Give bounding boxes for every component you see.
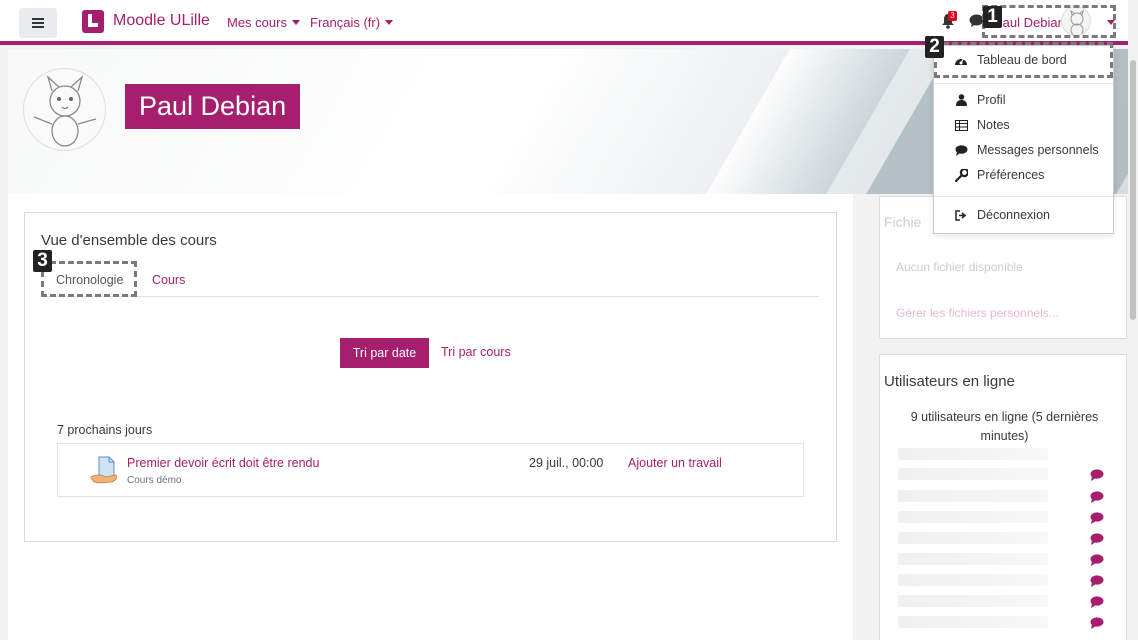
event-title-link[interactable]: Premier devoir écrit doit être rendu xyxy=(127,456,319,470)
send-message-icon[interactable] xyxy=(1090,533,1104,545)
online-user-row[interactable] xyxy=(898,448,1108,466)
page-title: Paul Debian xyxy=(125,84,301,129)
annotation-number-3: 3 xyxy=(33,250,52,272)
annotation-box-1 xyxy=(982,5,1116,38)
manage-files-link[interactable]: Gérer les fichiers personnels... xyxy=(896,306,1059,320)
online-user-row[interactable] xyxy=(898,574,1108,592)
notification-count-badge: 3 xyxy=(948,11,957,21)
online-user-row[interactable] xyxy=(898,532,1108,550)
online-user-row[interactable] xyxy=(898,490,1108,508)
online-user-name-blurred xyxy=(898,553,1048,565)
menu-item-label: Profil xyxy=(977,93,1006,107)
send-message-icon[interactable] xyxy=(1090,491,1104,503)
online-user-row[interactable] xyxy=(898,468,1108,486)
chat-icon xyxy=(955,144,967,156)
grades-table-icon xyxy=(954,119,968,131)
send-message-icon[interactable] xyxy=(1090,596,1104,608)
user-icon xyxy=(955,94,967,106)
language-label: Français (fr) xyxy=(310,15,381,30)
annotation-box-3 xyxy=(41,261,137,297)
menu-item-label: Préférences xyxy=(977,168,1045,182)
online-user-name-blurred xyxy=(898,595,1048,607)
send-message-icon[interactable] xyxy=(1090,554,1104,566)
wrench-icon xyxy=(954,168,968,182)
add-submission-link[interactable]: Ajouter un travail xyxy=(628,456,722,470)
my-courses-label: Mes cours xyxy=(227,15,287,30)
no-files-text: Aucun fichier disponible xyxy=(896,260,1023,274)
scrollbar-thumb[interactable] xyxy=(1130,60,1136,320)
brand-link[interactable]: Moodle ULille xyxy=(113,12,210,30)
menu-item-label: Messages personnels xyxy=(977,143,1099,157)
event-course-name: Cours démo xyxy=(127,475,182,486)
online-user-row[interactable] xyxy=(898,553,1108,571)
annotation-number-2: 2 xyxy=(925,36,944,58)
menu-divider xyxy=(934,196,1113,197)
online-user-name-blurred xyxy=(898,490,1048,502)
online-user-row[interactable] xyxy=(898,595,1108,613)
online-user-name-blurred xyxy=(898,511,1048,523)
online-user-name-blurred xyxy=(898,574,1048,586)
menu-item-messages[interactable]: Messages personnels xyxy=(954,141,1099,159)
menu-item-label: Notes xyxy=(977,118,1010,132)
assignment-icon xyxy=(90,456,117,484)
sort-by-course-button[interactable]: Tri par cours xyxy=(441,345,511,359)
caret-down-icon xyxy=(291,20,300,25)
online-user-name-blurred xyxy=(898,468,1048,480)
cat-avatar-icon xyxy=(33,74,97,147)
menu-item-logout[interactable]: Déconnexion xyxy=(954,206,1050,224)
period-label: 7 prochains jours xyxy=(57,423,153,437)
private-files-title: Fichie xyxy=(884,214,922,230)
annotation-box-2 xyxy=(934,42,1113,78)
online-user-name-blurred xyxy=(898,616,1048,628)
logout-icon xyxy=(955,209,967,221)
ulille-logo-icon[interactable] xyxy=(82,10,104,33)
online-user-name-blurred xyxy=(898,532,1048,544)
online-users-count: 9 utilisateurs en ligne (5 dernières min… xyxy=(910,410,1099,443)
annotation-number-1: 1 xyxy=(983,6,1002,28)
my-courses-menu[interactable]: Mes cours xyxy=(227,15,300,30)
sort-by-date-button[interactable]: Tri par date xyxy=(340,338,429,368)
tab-divider xyxy=(41,296,819,297)
caret-down-icon xyxy=(385,20,394,25)
send-message-icon[interactable] xyxy=(1090,512,1104,524)
online-user-row[interactable] xyxy=(898,511,1108,529)
profile-avatar xyxy=(23,68,106,151)
send-message-icon[interactable] xyxy=(1090,469,1104,481)
event-date: 29 juil., 00:00 xyxy=(529,456,604,470)
tab-courses[interactable]: Cours xyxy=(152,273,185,287)
send-message-icon[interactable] xyxy=(1090,575,1104,587)
menu-toggle-button[interactable] xyxy=(19,8,57,38)
online-users-title: Utilisateurs en ligne xyxy=(884,373,1015,390)
event-row xyxy=(57,443,804,497)
course-overview-title: Vue d'ensemble des cours xyxy=(41,232,217,249)
online-user-name-blurred xyxy=(898,448,1048,460)
menu-item-profile[interactable]: Profil xyxy=(954,91,1005,109)
menu-item-label: Déconnexion xyxy=(977,208,1050,222)
menu-divider xyxy=(934,83,1113,84)
menu-item-preferences[interactable]: Préférences xyxy=(954,166,1044,184)
language-menu[interactable]: Français (fr) xyxy=(310,15,394,30)
online-user-row[interactable] xyxy=(898,616,1108,634)
send-message-icon[interactable] xyxy=(1090,617,1104,629)
menu-item-grades[interactable]: Notes xyxy=(954,116,1010,134)
hamburger-icon xyxy=(32,18,44,28)
